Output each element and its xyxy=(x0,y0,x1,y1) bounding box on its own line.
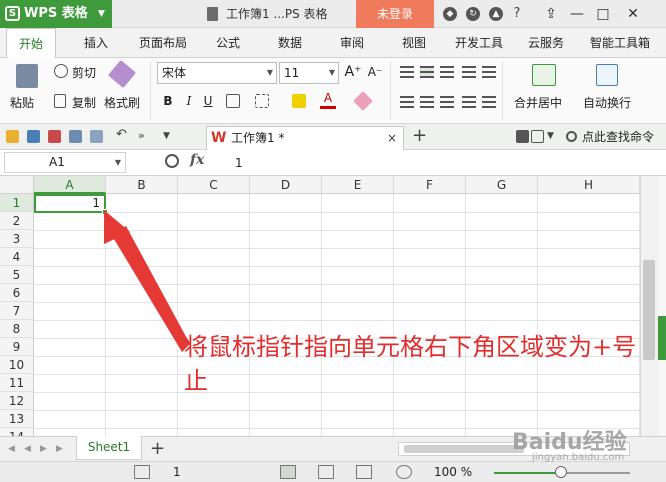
horizontal-scroll-thumb[interactable] xyxy=(404,445,524,453)
prev-sheet-icon[interactable]: ◀ xyxy=(24,444,31,454)
status-count: 1 xyxy=(173,465,181,479)
arrow-shaft xyxy=(111,226,190,352)
eye-protect-button[interactable] xyxy=(396,465,412,479)
sheet-tab[interactable]: Sheet1 xyxy=(76,436,142,460)
watermark: Baidu经验 jingyan.baidu.com xyxy=(512,424,662,468)
add-sheet-button[interactable]: + xyxy=(150,437,165,461)
first-sheet-icon[interactable]: ◀ xyxy=(8,444,15,454)
page-icon xyxy=(134,465,150,479)
normal-view-button[interactable] xyxy=(280,465,296,479)
annotation-arrow xyxy=(104,210,190,352)
last-sheet-icon[interactable]: ▶ xyxy=(56,444,63,454)
zoom-slider-fill xyxy=(494,472,560,474)
next-sheet-icon[interactable]: ▶ xyxy=(40,444,47,454)
zoom-level[interactable]: 100 % xyxy=(434,462,472,482)
reading-view-button[interactable] xyxy=(356,465,372,479)
watermark-url: jingyan.baidu.com xyxy=(532,452,625,463)
annotation-text: 将鼠标指针指向单元格右下角区域变为+号止 xyxy=(184,333,637,395)
page-break-view-button[interactable] xyxy=(318,465,334,479)
